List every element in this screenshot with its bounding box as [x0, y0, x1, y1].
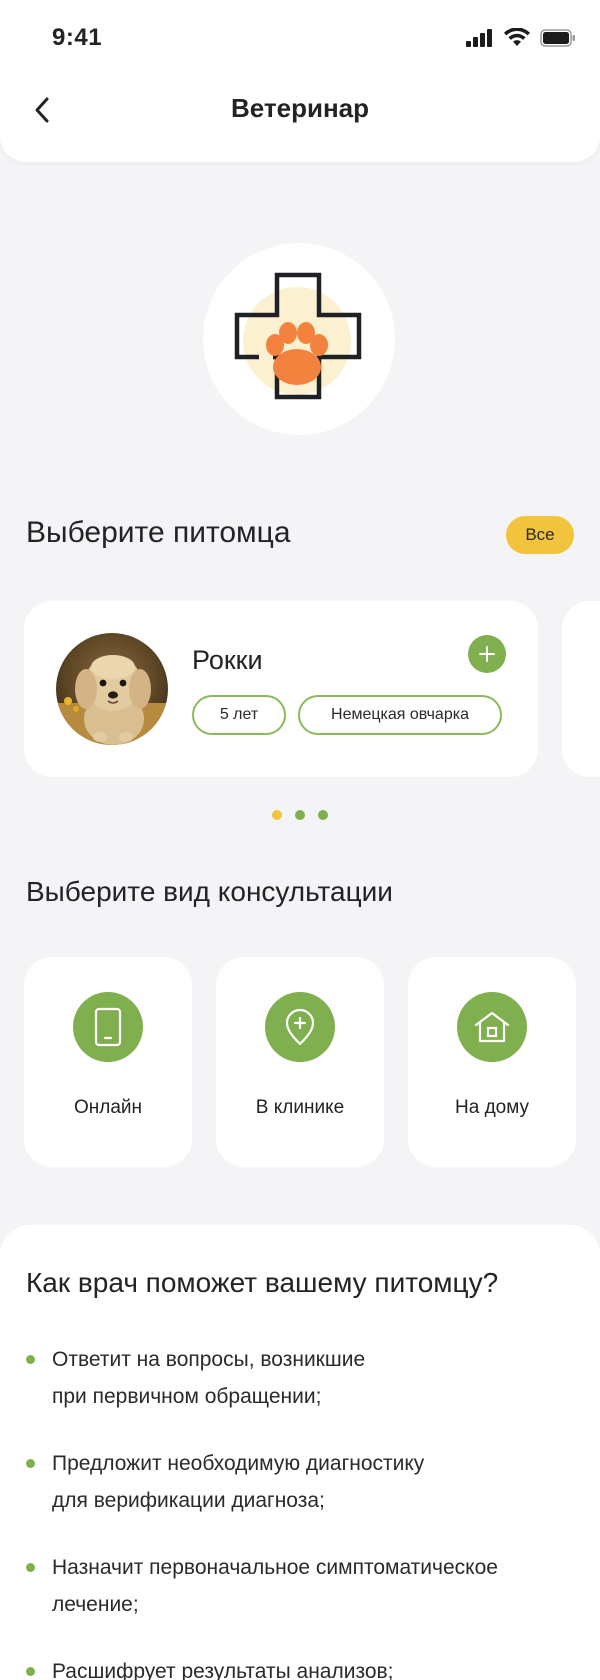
- add-pet-button[interactable]: [468, 635, 506, 673]
- list-item-text: Назначит первоначальное симптоматическое: [52, 1556, 498, 1579]
- plus-icon: [479, 646, 495, 662]
- vet-cross-paw-icon: [234, 272, 362, 400]
- pet-pagination: [272, 810, 328, 820]
- pet-photo: [56, 633, 168, 745]
- info-panel: Как врач поможет вашему питомцу? Ответит…: [0, 1225, 600, 1680]
- list-item-text: для верификации диагноза;: [52, 1489, 325, 1512]
- list-item-text: лечение;: [52, 1593, 139, 1616]
- consult-icon-circle: [73, 992, 143, 1062]
- bullet-dot: [26, 1563, 35, 1572]
- list-item-text: Предложит необходимую диагностику: [52, 1452, 425, 1475]
- page-title: Ветеринар: [231, 93, 369, 123]
- status-icons: [466, 28, 576, 47]
- pet-card[interactable]: Рокки 5 лет Немецкая овчарка: [24, 601, 538, 777]
- wifi-icon: [504, 28, 530, 46]
- consult-online-label: Онлайн: [73, 1097, 143, 1118]
- pagination-dot[interactable]: [272, 810, 282, 820]
- pet-age-tag: 5 лет: [192, 695, 286, 735]
- consult-section-title: Выберите вид консультации: [26, 876, 393, 907]
- pagination-dot[interactable]: [318, 810, 328, 820]
- list-item: Расшифрует результаты анализов;: [26, 1653, 566, 1680]
- info-title: Как врач поможет вашему питомцу?: [26, 1267, 499, 1298]
- pagination-dot[interactable]: [295, 810, 305, 820]
- signal-icon: [466, 28, 492, 47]
- benefits-list: Ответит на вопросы, возникшие при первич…: [26, 1341, 566, 1680]
- list-item-text: Ответит на вопросы, возникшие: [52, 1348, 366, 1371]
- pet-section-title: Выберите питомца: [26, 516, 291, 549]
- consult-icon-circle: [265, 992, 335, 1062]
- consult-icon-circle: [457, 992, 527, 1062]
- consult-online-card[interactable]: Онлайн: [24, 957, 192, 1167]
- status-time: 9:41: [52, 24, 103, 51]
- battery-icon: [540, 28, 575, 47]
- vet-screen: 9:41 Ветеринар Выберите питомца Все Рокк…: [0, 0, 600, 1680]
- bullet-dot: [26, 1355, 35, 1364]
- vet-illustration: [203, 243, 395, 435]
- list-item-text: Расшифрует результаты анализов;: [52, 1660, 394, 1680]
- phone-icon: [94, 1007, 122, 1047]
- pet-avatar: [56, 633, 168, 745]
- bullet-dot: [26, 1667, 35, 1676]
- consult-home-label: На дому: [455, 1097, 529, 1118]
- house-icon: [474, 1011, 510, 1043]
- pet-name: Рокки: [192, 645, 263, 675]
- consult-clinic-label: В клинике: [255, 1097, 345, 1118]
- consult-home-card[interactable]: На дому: [408, 957, 576, 1167]
- location-pin-plus-icon: [285, 1008, 315, 1046]
- pet-breed-tag: Немецкая овчарка: [298, 695, 502, 735]
- list-item: Назначит первоначальное симптоматическое…: [26, 1549, 566, 1623]
- consult-clinic-card[interactable]: В клинике: [216, 957, 384, 1167]
- list-item: Предложит необходимую диагностику для ве…: [26, 1445, 566, 1519]
- header: 9:41 Ветеринар: [0, 0, 600, 162]
- list-item-text: при первичном обращении;: [52, 1385, 322, 1408]
- all-pets-button[interactable]: Все: [506, 516, 574, 554]
- list-item: Ответит на вопросы, возникшие при первич…: [26, 1341, 566, 1415]
- bullet-dot: [26, 1459, 35, 1468]
- next-pet-card[interactable]: [562, 601, 600, 777]
